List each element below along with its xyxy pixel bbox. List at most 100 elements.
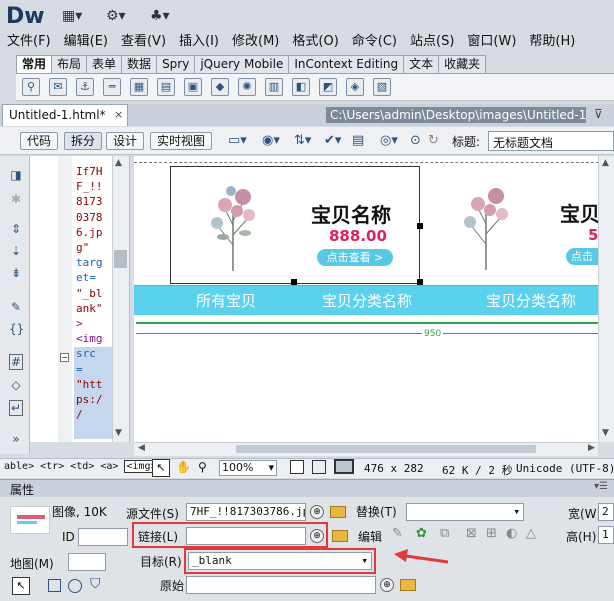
- menu-help[interactable]: 帮助(H): [522, 32, 581, 52]
- tab-forms[interactable]: 表单: [86, 55, 123, 73]
- menu-site[interactable]: 站点(S): [403, 32, 460, 52]
- w3c-validation-icon[interactable]: ✔▾: [324, 133, 341, 148]
- template-icon[interactable]: ▧: [373, 78, 391, 96]
- page-title-input[interactable]: 无标题文档: [488, 131, 614, 151]
- menu-modify[interactable]: 修改(M): [225, 32, 285, 52]
- line-numbers-icon[interactable]: ✎: [9, 300, 23, 314]
- split-view-button[interactable]: 拆分: [64, 132, 103, 150]
- collapse-tag-icon[interactable]: ✱: [9, 192, 23, 206]
- date-icon[interactable]: ▥: [265, 78, 283, 96]
- browser-preview-icon[interactable]: ◉▾: [262, 133, 280, 148]
- server-include-icon[interactable]: ◧: [292, 78, 310, 96]
- map-input[interactable]: [68, 553, 106, 571]
- browse-folder-icon[interactable]: [330, 506, 346, 518]
- link-input[interactable]: [186, 527, 306, 545]
- hyperlink-icon[interactable]: ⚲: [22, 78, 40, 96]
- target-select[interactable]: _blank ▾: [188, 552, 372, 570]
- more-tools-icon[interactable]: »: [9, 432, 23, 446]
- head-icon[interactable]: ◈: [346, 78, 364, 96]
- scroll-right-icon[interactable]: ▶: [588, 443, 595, 453]
- circle-hotspot-icon[interactable]: [68, 579, 82, 593]
- zoom-tool-icon[interactable]: ⚲: [198, 460, 207, 474]
- horizontal-scroll-thumb[interactable]: [236, 445, 536, 453]
- code-text[interactable]: If7H F_!! 8173 0378 6.jp g" targ et= "_bl ank" > <i…: [76, 164, 112, 422]
- tag-tr[interactable]: <tr>: [40, 461, 64, 472]
- tab-favorites[interactable]: 收藏夹: [438, 55, 487, 73]
- tag-table[interactable]: able>: [4, 461, 34, 472]
- filter-icon[interactable]: ⊽: [594, 107, 603, 121]
- highlight-invalid-icon[interactable]: {}: [9, 322, 24, 336]
- id-input[interactable]: [78, 528, 128, 546]
- scroll-up-icon[interactable]: ▲: [115, 158, 122, 168]
- image-icon[interactable]: ▣: [184, 78, 202, 96]
- code-fold-toggle[interactable]: −: [60, 353, 69, 362]
- scroll-down-icon[interactable]: ▼: [115, 428, 122, 438]
- balance-braces-icon[interactable]: ⇟: [9, 266, 23, 280]
- select-parent-icon[interactable]: ⇣: [9, 244, 23, 258]
- anchor-icon[interactable]: ⚓: [76, 78, 94, 96]
- point-to-file-icon[interactable]: ⊕: [310, 505, 324, 519]
- rect-hotspot-icon[interactable]: [48, 579, 61, 592]
- resample-icon[interactable]: ⊞: [486, 526, 497, 541]
- tab-data[interactable]: 数据: [121, 55, 158, 73]
- document-tab[interactable]: Untitled-1.html*: [2, 104, 128, 126]
- pointer-tool-icon[interactable]: ↖: [152, 459, 170, 477]
- code-scrollbar[interactable]: [112, 156, 129, 442]
- media-icon[interactable]: ◆: [211, 78, 229, 96]
- desktop-size-icon[interactable]: [334, 459, 354, 474]
- menu-file[interactable]: 文件(F): [0, 32, 57, 52]
- tablet-size-icon[interactable]: [312, 460, 326, 474]
- scroll-down-icon[interactable]: ▼: [602, 428, 609, 438]
- panel-options-icon[interactable]: ▾☰: [594, 481, 608, 492]
- update-from-original-icon[interactable]: ⧉: [440, 526, 449, 541]
- live-view-button[interactable]: 实时视图: [150, 132, 213, 150]
- browse-folder-icon[interactable]: [332, 530, 348, 542]
- apply-comment-icon[interactable]: #: [9, 354, 23, 370]
- width-input[interactable]: 2: [598, 503, 614, 521]
- selection-handle[interactable]: [417, 223, 423, 229]
- email-link-icon[interactable]: ✉: [49, 78, 67, 96]
- browse-folder-icon[interactable]: [400, 579, 416, 591]
- design-vertical-scrollbar[interactable]: [598, 156, 614, 442]
- wrap-tag-icon[interactable]: ↵: [9, 400, 23, 416]
- height-input[interactable]: 1: [598, 526, 614, 544]
- open-documents-icon[interactable]: ◨: [9, 168, 23, 182]
- tab-layout[interactable]: 布局: [51, 55, 88, 73]
- view-details-button[interactable]: 点击查看 >: [317, 249, 393, 266]
- mobile-size-icon[interactable]: [290, 460, 304, 474]
- layout-menu-icon[interactable]: ▦▾: [62, 8, 82, 24]
- original-input[interactable]: [186, 576, 376, 594]
- tag-a[interactable]: <a>: [100, 461, 118, 472]
- check-compat-icon[interactable]: ▤: [352, 133, 364, 148]
- gear-icon[interactable]: ⚙▾: [106, 8, 126, 24]
- tab-text[interactable]: 文本: [403, 55, 440, 73]
- properties-header[interactable]: 属性: [0, 479, 614, 497]
- nav-category[interactable]: 宝贝分类名称: [486, 290, 576, 311]
- point-to-file-icon[interactable]: ⊕: [380, 578, 394, 592]
- point-to-file-icon[interactable]: ⊕: [310, 529, 324, 543]
- brightness-icon[interactable]: ◐: [506, 526, 517, 541]
- edit-settings-icon[interactable]: ✿: [416, 526, 427, 541]
- crop-icon[interactable]: ⊠: [466, 526, 477, 541]
- div-icon[interactable]: ▤: [157, 78, 175, 96]
- edit-pencil-icon[interactable]: ✎: [392, 526, 403, 541]
- close-icon[interactable]: ×: [114, 108, 123, 121]
- horizontal-rule-icon[interactable]: ═: [103, 78, 121, 96]
- menu-view[interactable]: 查看(V): [114, 32, 172, 52]
- site-manage-icon[interactable]: ♣▾: [150, 8, 170, 24]
- alt-select[interactable]: ▾: [406, 503, 524, 521]
- menu-commands[interactable]: 命令(C): [345, 32, 403, 52]
- multiscreen-icon[interactable]: ▭▾: [228, 133, 247, 148]
- file-management-icon[interactable]: ⇅▾: [294, 133, 311, 148]
- nav-all-items[interactable]: 所有宝贝: [196, 290, 256, 311]
- tab-spry[interactable]: Spry: [156, 55, 196, 73]
- widget-icon[interactable]: ✺: [238, 78, 256, 96]
- refresh-icon[interactable]: ↻: [428, 133, 439, 148]
- scroll-up-icon[interactable]: ▲: [602, 158, 609, 168]
- tab-jquery-mobile[interactable]: jQuery Mobile: [194, 55, 290, 73]
- code-view-button[interactable]: 代码: [20, 132, 59, 150]
- menu-insert[interactable]: 插入(I): [172, 32, 225, 52]
- zoom-select[interactable]: 100% ▾: [219, 460, 277, 476]
- tab-common[interactable]: 常用: [16, 55, 53, 73]
- code-scroll-thumb[interactable]: [114, 250, 127, 268]
